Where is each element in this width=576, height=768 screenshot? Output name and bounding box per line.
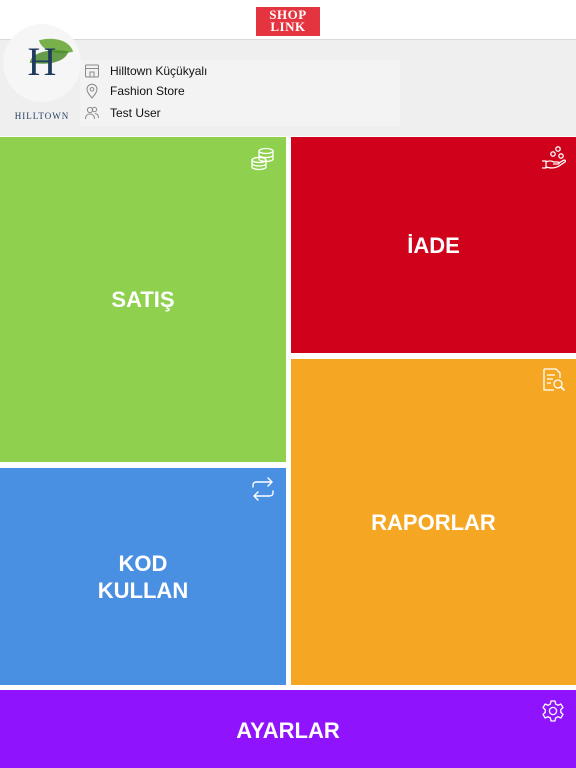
user-text: Test User bbox=[110, 106, 161, 120]
store-logo: H HILLTOWN bbox=[3, 24, 81, 124]
settings-label: AYARLAR bbox=[236, 717, 340, 743]
coins-stack-icon bbox=[251, 147, 274, 171]
return-label: İADE bbox=[407, 232, 460, 258]
reports-label: RAPORLAR bbox=[371, 509, 496, 535]
return-tile[interactable]: İADE bbox=[291, 137, 576, 353]
use-code-tile[interactable]: KOD KULLAN bbox=[0, 468, 286, 685]
users-icon bbox=[85, 106, 99, 120]
storefront-icon bbox=[85, 64, 99, 78]
sales-label: SATIŞ bbox=[111, 287, 175, 312]
store-logo-letter: H bbox=[27, 39, 57, 84]
exchange-arrows-icon bbox=[252, 477, 274, 501]
settings-tile[interactable]: AYARLAR bbox=[0, 690, 576, 768]
hand-money-icon bbox=[542, 146, 567, 169]
gear-icon bbox=[542, 700, 564, 722]
store-name-row: Fashion Store bbox=[84, 82, 185, 100]
shoplink-logo: SHOP LINK bbox=[256, 7, 320, 36]
use-code-label: KOD KULLAN bbox=[97, 550, 189, 603]
map-pin-icon bbox=[86, 83, 98, 99]
store-name-text: Fashion Store bbox=[110, 84, 185, 98]
store-logo-caption: HILLTOWN bbox=[14, 111, 70, 121]
location-row: Hilltown Küçükyalı bbox=[84, 62, 207, 80]
user-row: Test User bbox=[84, 104, 161, 122]
logo-line-2: LINK bbox=[270, 19, 306, 34]
location-text: Hilltown Küçükyalı bbox=[110, 64, 208, 78]
sales-tile[interactable]: SATIŞ bbox=[0, 137, 286, 462]
report-search-icon bbox=[543, 368, 566, 392]
reports-tile[interactable]: RAPORLAR bbox=[291, 359, 576, 685]
top-bar: SHOP LINK bbox=[0, 0, 576, 40]
